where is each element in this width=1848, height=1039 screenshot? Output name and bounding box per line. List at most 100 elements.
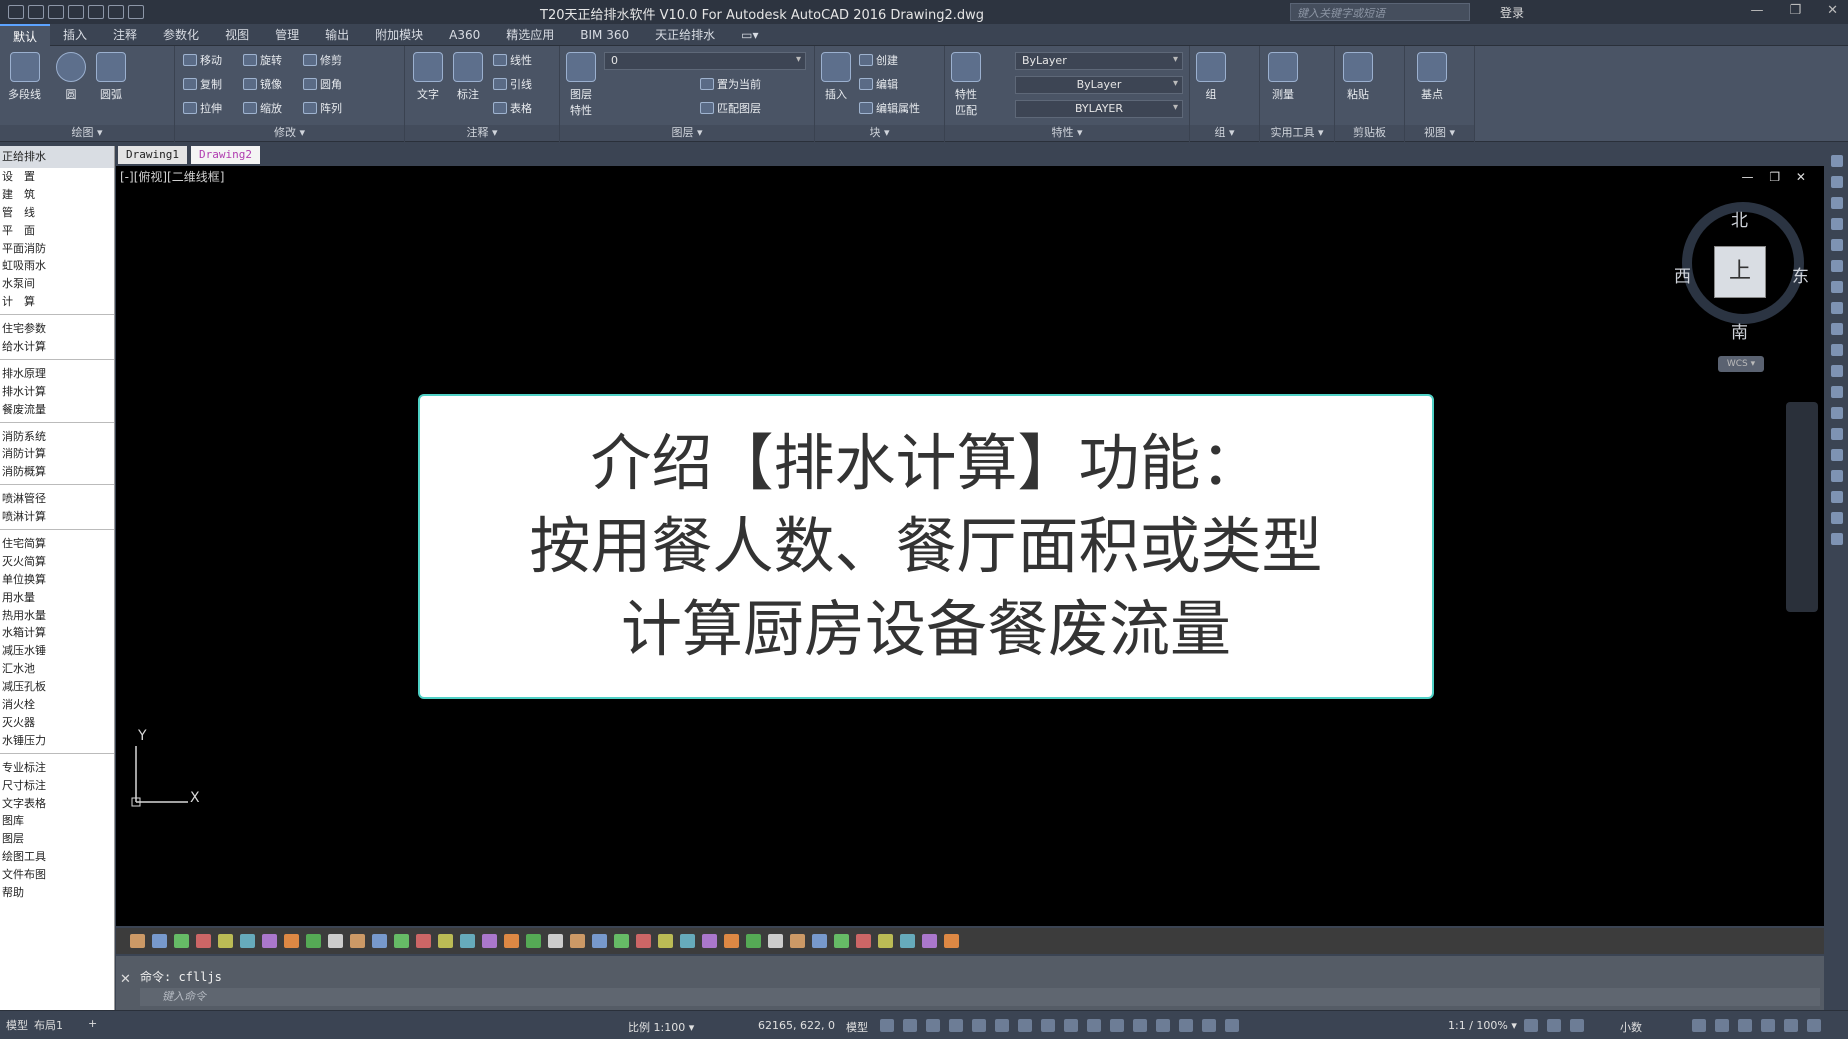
group-button[interactable]: 组 [1196,52,1226,102]
save-as-icon[interactable] [68,5,84,19]
polyline-tool-icon[interactable] [1831,197,1843,209]
new-file-icon[interactable] [8,5,24,19]
tangent-tool-icon[interactable] [570,934,585,948]
tangent-tool-icon[interactable] [372,934,387,948]
navigation-bar[interactable] [1786,402,1818,612]
panel-label-group[interactable]: 组 ▾ [1190,125,1259,141]
hardware-acceleration-icon[interactable] [1761,1019,1775,1032]
tangent-tool-icon[interactable] [548,934,563,948]
lineweight-icon[interactable] [1041,1019,1055,1032]
side-menu-item[interactable]: 设 置 [0,168,114,186]
command-input[interactable]: 键入命令 [140,988,1820,1006]
tab-tangent-drainage[interactable]: 天正给排水 [642,24,728,46]
side-menu-item[interactable]: 消防系统 [0,428,114,446]
side-menu-item[interactable]: 文件布图 [0,866,114,884]
tangent-tool-icon[interactable] [900,934,915,948]
add-icon[interactable] [1547,1019,1561,1032]
arc-button[interactable]: 圆弧 [96,52,126,102]
lineweight-dropdown[interactable]: BYLAYER [1015,100,1183,118]
clean-screen-icon[interactable] [1784,1019,1798,1032]
tab-annotate[interactable]: 注释 [100,24,150,46]
annotation-scale[interactable]: 比例 1:100 ▾ [628,1019,694,1035]
maximize-button[interactable]: ❐ [1789,3,1801,18]
side-menu-item[interactable]: 排水原理 [0,365,114,383]
stretch-button[interactable]: 拉伸 [183,100,222,116]
tangent-tool-icon[interactable] [878,934,893,948]
print-icon[interactable] [88,5,104,19]
match-properties-button[interactable]: 特性匹配 [951,52,981,118]
doc-tab-drawing1[interactable]: Drawing1 [118,146,187,164]
tab-layout1[interactable]: 布局1 [34,1017,63,1033]
side-menu-item[interactable]: 水锤压力 [0,732,114,750]
tangent-tool-icon[interactable] [526,934,541,948]
tangent-tool-icon[interactable] [680,934,695,948]
tab-insert[interactable]: 插入 [50,24,100,46]
isodraft-icon[interactable] [972,1019,986,1032]
measure-button[interactable]: 测量 [1268,52,1298,102]
tangent-tool-icon[interactable] [328,934,343,948]
polygon-tool-icon[interactable] [1831,218,1843,230]
tangent-tool-icon[interactable] [416,934,431,948]
region-tool-icon[interactable] [1831,491,1843,503]
side-menu-item[interactable]: 建 筑 [0,186,114,204]
undo-icon[interactable] [108,5,124,19]
move-button[interactable]: 移动 [183,52,222,68]
redo-icon[interactable] [128,5,144,19]
side-menu-item[interactable]: 用水量 [0,589,114,607]
side-menu-item[interactable]: 图库 [0,812,114,830]
spline-tool-icon[interactable] [1831,323,1843,335]
tab-bim360[interactable]: BIM 360 [567,24,642,46]
side-menu-item[interactable]: 住宅参数 [0,320,114,338]
hatch-tool-icon[interactable] [1831,449,1843,461]
arc-tool-icon[interactable] [1831,260,1843,272]
tangent-tool-icon[interactable] [152,934,167,948]
panel-label-properties[interactable]: 特性 ▾ [945,125,1189,141]
wcs-dropdown[interactable]: WCS ▾ [1718,356,1764,372]
side-menu-item[interactable]: 水泵间 [0,275,114,293]
zoom-scale[interactable]: 1:1 / 100% ▾ [1448,1019,1517,1032]
side-menu-item[interactable]: 消防概算 [0,463,114,481]
revcloud-tool-icon[interactable] [1831,302,1843,314]
tangent-tool-icon[interactable] [790,934,805,948]
dynamic-ucs-icon[interactable] [1133,1019,1147,1032]
tangent-tool-icon[interactable] [130,934,145,948]
tab-more[interactable]: ▭▾ [728,24,771,46]
tangent-tool-icon[interactable] [174,934,189,948]
side-menu-item[interactable]: 灭火器 [0,714,114,732]
compass-south[interactable]: 南 [1731,318,1748,343]
circle-tool-icon[interactable] [1831,281,1843,293]
create-block-button[interactable]: 创建 [859,52,898,68]
open-file-icon[interactable] [28,5,44,19]
workspace-gear-icon[interactable] [1524,1019,1538,1032]
tab-featured-apps[interactable]: 精选应用 [493,24,567,46]
tangent-tool-icon[interactable] [702,934,717,948]
polar-icon[interactable] [949,1019,963,1032]
tangent-tool-icon[interactable] [614,934,629,948]
side-menu-item[interactable]: 平 面 [0,222,114,240]
circle-button[interactable]: 圆 [56,52,86,102]
transparency-icon[interactable] [1064,1019,1078,1032]
3d-osnap-icon[interactable] [1110,1019,1124,1032]
linetype-dropdown[interactable]: ByLayer [1015,76,1183,94]
fillet-button[interactable]: 圆角 [303,76,342,92]
tangent-tool-icon[interactable] [746,934,761,948]
tab-model[interactable]: 模型 [6,1017,28,1033]
side-menu-item[interactable]: 帮助 [0,884,114,902]
insert-button[interactable]: 插入 [821,52,851,102]
side-menu-item[interactable]: 住宅简算 [0,535,114,553]
leader-button[interactable]: 引线 [493,76,532,92]
tangent-tool-icon[interactable] [636,934,651,948]
insert-block-tool-icon[interactable] [1831,386,1843,398]
polyline-button[interactable]: 多段线 [8,52,41,102]
viewcube-top-face[interactable]: 上 [1714,246,1766,298]
edit-block-button[interactable]: 编辑 [859,76,898,92]
tangent-tool-icon[interactable] [944,934,959,948]
otrack-icon[interactable] [1018,1019,1032,1032]
tab-addins[interactable]: 附加模块 [362,24,436,46]
drawing-canvas[interactable]: [-][俯视][二维线框] — ❐ ✕ 上 北 南 东 西 WCS ▾ 介绍【排… [116,166,1824,926]
lock-ui-icon[interactable] [1715,1019,1729,1032]
model-space-toggle[interactable]: 模型 [846,1019,868,1035]
side-menu-item[interactable]: 平面消防 [0,240,114,258]
tangent-tool-icon[interactable] [240,934,255,948]
side-menu-item[interactable]: 灭火简算 [0,553,114,571]
